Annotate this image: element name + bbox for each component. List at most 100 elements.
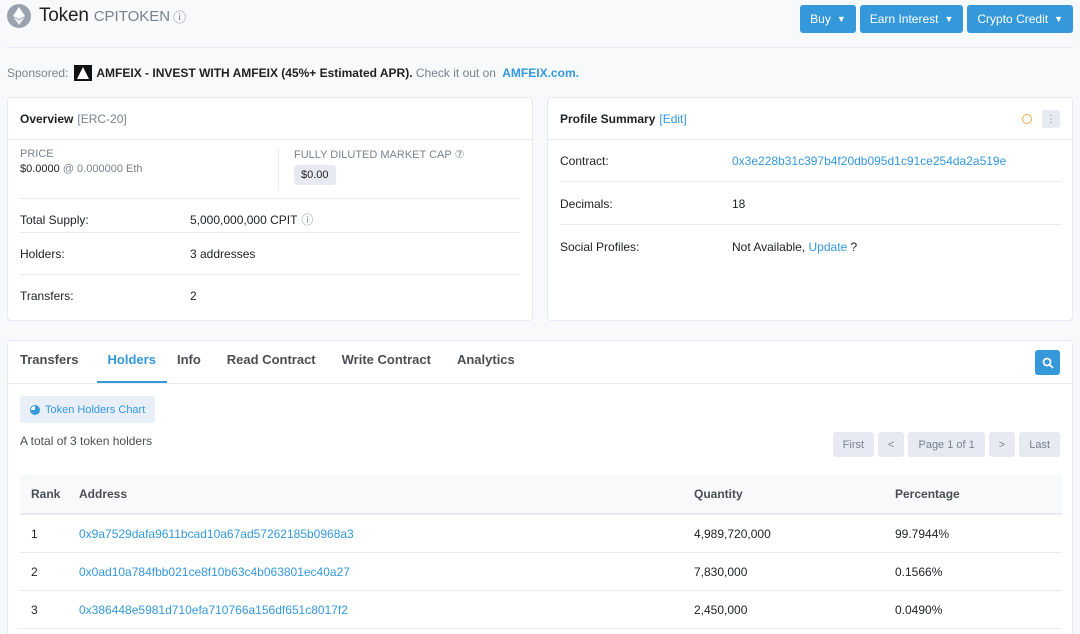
total-supply-label: Total Supply: bbox=[20, 212, 89, 227]
buy-button[interactable]: Buy ▼ bbox=[800, 5, 856, 33]
earn-interest-label: Earn Interest bbox=[869, 12, 939, 26]
contract-address-link[interactable]: 0x3e228b31c397b4f20db095d1c91ce254da2a51… bbox=[732, 154, 1006, 168]
table-row: 3 0x386448e5981d710efa710766a156df651c80… bbox=[20, 591, 1062, 629]
chevron-down-icon: ▼ bbox=[836, 14, 846, 24]
earn-interest-button[interactable]: Earn Interest ▼ bbox=[859, 5, 964, 33]
percentage-cell: 99.7944% bbox=[895, 526, 950, 541]
column-header-percentage: Percentage bbox=[895, 487, 960, 501]
edit-link[interactable]: [Edit] bbox=[659, 112, 686, 126]
header-divider bbox=[7, 47, 1073, 48]
token-holders-chart-label: Token Holders Chart bbox=[45, 403, 146, 416]
sponsor-headline[interactable]: AMFEIX - INVEST WITH AMFEIX (45%+ Estima… bbox=[96, 66, 412, 80]
market-cap-label: FULLY DILUTED MARKET CAP bbox=[294, 149, 452, 161]
search-icon bbox=[1042, 357, 1054, 369]
prev-page-button[interactable]: < bbox=[878, 432, 905, 457]
quantity-cell: 7,830,000 bbox=[694, 564, 748, 579]
transfers-row: Transfers: 2 bbox=[20, 274, 520, 316]
decimals-row: Decimals: 18 bbox=[560, 183, 1062, 225]
rank-cell: 1 bbox=[31, 526, 38, 541]
tab-analytics[interactable]: Analytics bbox=[457, 352, 523, 383]
percentage-cell: 0.0490% bbox=[895, 602, 943, 617]
table-header-row: Rank Address Quantity Percentage bbox=[20, 475, 1062, 515]
social-profiles-row: Social Profiles: Not Available, Update ? bbox=[560, 226, 1062, 268]
token-standard-tag: [ERC-20] bbox=[77, 111, 127, 126]
sponsor-link[interactable]: AMFEIX.com. bbox=[502, 66, 579, 80]
pie-chart-icon bbox=[30, 404, 40, 415]
quantity-cell: 4,989,720,000 bbox=[694, 526, 771, 541]
tab-holders[interactable]: Holders bbox=[96, 352, 167, 383]
help-icon[interactable]: ⑦ bbox=[455, 149, 465, 161]
column-header-rank: Rank bbox=[31, 487, 61, 501]
column-header-address: Address bbox=[79, 487, 128, 501]
decimals-value: 18 bbox=[732, 196, 746, 211]
token-holders-chart-button[interactable]: Token Holders Chart bbox=[20, 396, 156, 423]
overview-card: Overview [ERC-20] PRICE $0.0000 @ 0.0000… bbox=[7, 97, 533, 321]
pagination: First < Page 1 of 1 > Last bbox=[832, 432, 1060, 457]
status-circle-icon[interactable] bbox=[1018, 110, 1036, 128]
tab-info[interactable]: Info bbox=[177, 352, 209, 383]
page-header: Token CPITOKEN ⓘ Buy ▼ Earn Interest ▼ Cry… bbox=[0, 0, 1080, 46]
overview-title: Overview bbox=[20, 111, 74, 126]
chevron-down-icon: ▼ bbox=[1054, 14, 1063, 24]
contract-row: Contract: 0x3e228b31c397b4f20db095d1c91c… bbox=[560, 140, 1062, 182]
market-cap-value: $0.00 bbox=[294, 165, 336, 185]
overview-header: Overview [ERC-20] bbox=[8, 98, 532, 140]
tab-read-contract[interactable]: Read Contract bbox=[227, 352, 324, 383]
transfers-value: 2 bbox=[190, 288, 197, 303]
tab-transfers[interactable]: Transfers bbox=[20, 352, 87, 383]
price-eth: @ 0.000000 Eth bbox=[62, 163, 143, 175]
token-symbol: CPITOKEN bbox=[93, 7, 171, 25]
profile-header: Profile Summary [Edit] bbox=[548, 98, 1072, 140]
sponsor-middle-text: Check it out on bbox=[412, 66, 500, 80]
header-button-group: Buy ▼ Earn Interest ▼ Crypto Credit ▼ bbox=[800, 5, 1073, 33]
page-title: Token bbox=[39, 5, 89, 26]
holders-table: Rank Address Quantity Percentage 1 0x9a7… bbox=[20, 475, 1062, 629]
token-title-block: Token CPITOKEN ⓘ bbox=[7, 4, 186, 28]
contract-label: Contract: bbox=[560, 153, 609, 168]
crypto-credit-button[interactable]: Crypto Credit ▼ bbox=[967, 5, 1073, 33]
amfeix-logo-icon[interactable] bbox=[74, 65, 93, 81]
holder-address-link[interactable]: 0x9a7529dafa9611bcad10a67ad57262185b0968… bbox=[79, 527, 694, 541]
market-cap-section: FULLY DILUTED MARKET CAP ⑦ $0.00 bbox=[278, 148, 464, 190]
sponsored-banner: Sponsored: AMFEIX - INVEST WITH AMFEIX (… bbox=[7, 65, 579, 81]
ethereum-logo-icon bbox=[7, 4, 31, 28]
buy-button-label: Buy bbox=[810, 12, 831, 26]
column-header-quantity: Quantity bbox=[694, 487, 743, 501]
holders-row: Holders: 3 addresses bbox=[20, 232, 520, 274]
total-supply-value: 5,000,000,000 CPIT bbox=[190, 212, 298, 227]
sponsor-prefix: Sponsored: bbox=[7, 66, 69, 80]
page-indicator: Page 1 of 1 bbox=[908, 432, 985, 457]
social-profiles-value: Not Available, bbox=[732, 240, 809, 254]
more-options-icon[interactable]: ⋮ bbox=[1042, 110, 1060, 128]
update-link[interactable]: Update bbox=[809, 240, 848, 254]
tab-write-contract[interactable]: Write Contract bbox=[342, 352, 439, 383]
info-icon[interactable]: ⓘ bbox=[301, 211, 313, 228]
market-cap-label-line: FULLY DILUTED MARKET CAP ⑦ bbox=[294, 148, 464, 161]
social-help-mark[interactable]: ? bbox=[847, 240, 858, 254]
info-icon[interactable]: ⓘ bbox=[173, 7, 186, 26]
holder-address-link[interactable]: 0x386448e5981d710efa710766a156df651c8017… bbox=[79, 603, 694, 617]
token-tabs-card: Transfers Holders Info Read Contract Wri… bbox=[7, 340, 1073, 634]
quantity-cell: 2,450,000 bbox=[694, 602, 748, 617]
chevron-down-icon: ▼ bbox=[944, 14, 954, 24]
profile-actions: ⋮ bbox=[1018, 110, 1060, 128]
tab-bar: Transfers Holders Info Read Contract Wri… bbox=[8, 341, 1072, 384]
profile-title: Profile Summary bbox=[560, 111, 656, 126]
table-row: 2 0x0ad10a784fbb021ce8f10b63c4b063801ec4… bbox=[20, 553, 1062, 591]
holder-address-link[interactable]: 0x0ad10a784fbb021ce8f10b63c4b063801ec40a… bbox=[79, 565, 694, 579]
price-section: PRICE $0.0000 @ 0.000000 Eth FULLY DILUT… bbox=[20, 148, 520, 190]
circle-icon bbox=[1022, 114, 1032, 124]
crypto-credit-label: Crypto Credit bbox=[977, 12, 1049, 26]
price-value: $0.0000 bbox=[20, 163, 60, 175]
rank-cell: 2 bbox=[31, 564, 38, 579]
decimals-label: Decimals: bbox=[560, 196, 613, 211]
next-page-button[interactable]: > bbox=[988, 432, 1016, 457]
percentage-cell: 0.1566% bbox=[895, 564, 943, 579]
table-row: 1 0x9a7529dafa9611bcad10a67ad57262185b09… bbox=[20, 515, 1062, 553]
search-button[interactable] bbox=[1035, 350, 1060, 375]
last-page-button[interactable]: Last bbox=[1019, 432, 1060, 457]
holders-value: 3 addresses bbox=[190, 246, 256, 261]
rank-cell: 3 bbox=[31, 602, 38, 617]
first-page-button[interactable]: First bbox=[832, 432, 875, 457]
holders-total-text: A total of 3 token holders bbox=[20, 434, 153, 448]
